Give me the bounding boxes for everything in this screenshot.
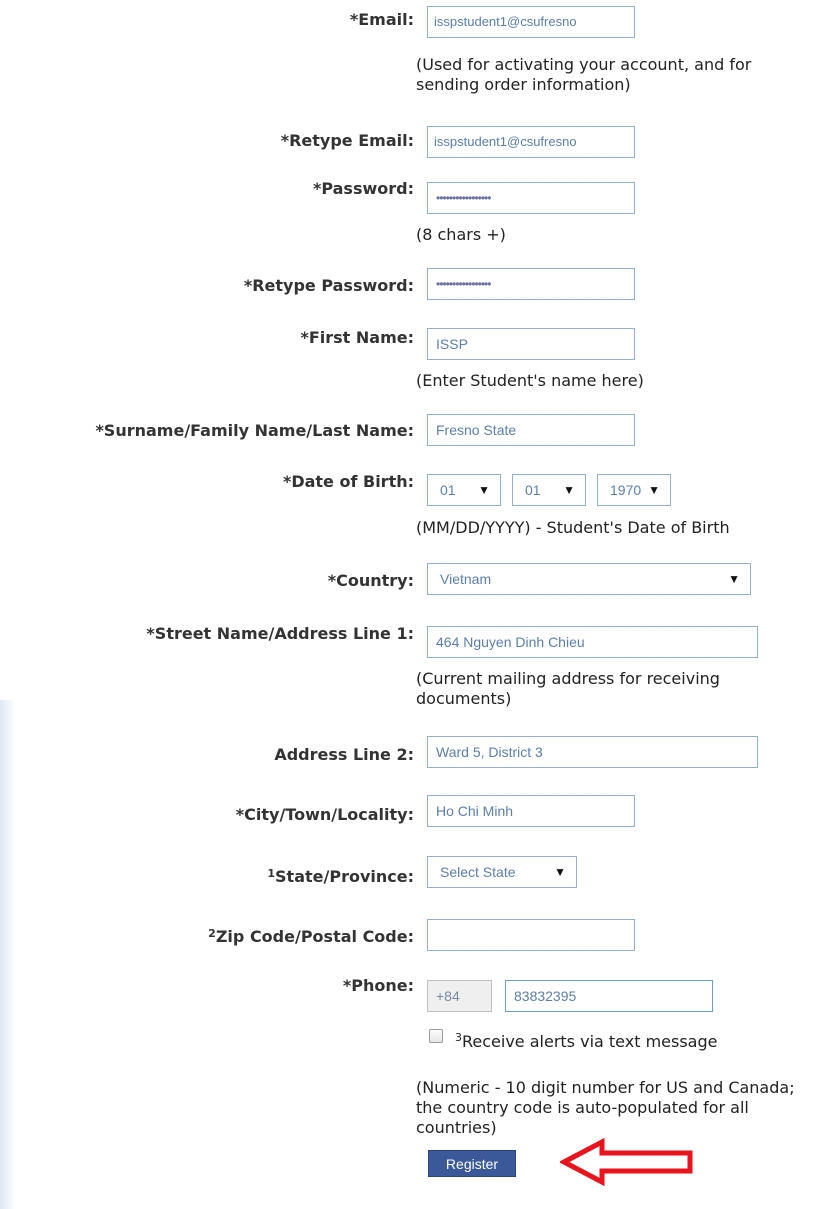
last-name-field[interactable]: Fresno State	[427, 414, 635, 446]
retype-password-field[interactable]: •••••••••••••••••	[427, 268, 635, 300]
sms-label-text: Receive alerts via text message	[462, 1032, 718, 1051]
password-field[interactable]: •••••••••••••••••	[427, 182, 635, 214]
triangle-down-icon: ▼	[554, 865, 566, 879]
triangle-down-icon: ▼	[563, 483, 575, 497]
phone-country-code: +84	[427, 980, 492, 1012]
zip-label-text: Zip Code/Postal Code:	[215, 927, 414, 946]
dob-label: *Date of Birth:	[282, 472, 414, 491]
retype-email-field[interactable]: isspstudent1@csufresno	[427, 126, 635, 158]
dob-year-select[interactable]: 1970 ▼	[597, 474, 671, 506]
phone-label: *Phone:	[342, 976, 414, 995]
sms-checkbox-label: 3Receive alerts via text message	[455, 1031, 718, 1052]
country-label: *Country:	[327, 571, 414, 590]
triangle-down-icon: ▼	[728, 572, 740, 586]
first-name-field[interactable]: ISSP	[427, 328, 635, 360]
dob-help: (MM/DD/YYYY) - Student's Date of Birth	[416, 518, 730, 537]
address1-help: (Current mailing address for receiving d…	[416, 669, 720, 708]
state-label-text: State/Province:	[275, 867, 414, 886]
dob-month-select[interactable]: 01 ▼	[427, 474, 501, 506]
city-field[interactable]: Ho Chi Minh	[427, 795, 635, 827]
red-arrow-left-icon	[560, 1138, 693, 1186]
state-value: Select State	[440, 864, 516, 880]
dob-day-value: 01	[525, 482, 541, 498]
address1-field[interactable]: 464 Nguyen Dinh Chieu	[427, 626, 758, 658]
address2-field[interactable]: Ward 5, District 3	[427, 736, 758, 768]
dob-month-value: 01	[440, 482, 456, 498]
country-select[interactable]: Vietnam ▼	[427, 563, 751, 595]
address2-label: Address Line 2:	[274, 745, 414, 764]
last-name-label: *Surname/Family Name/Last Name:	[95, 421, 414, 440]
phone-field[interactable]: 83832395	[505, 980, 713, 1012]
phone-help: (Numeric - 10 digit number for US and Ca…	[416, 1078, 795, 1137]
footnote-3: 3	[455, 1031, 462, 1044]
country-value: Vietnam	[440, 571, 492, 587]
register-button[interactable]: Register	[428, 1150, 516, 1177]
sms-checkbox[interactable]	[429, 1029, 443, 1043]
zip-field[interactable]	[427, 919, 635, 951]
dob-year-value: 1970	[610, 482, 642, 498]
triangle-down-icon: ▼	[648, 483, 660, 497]
email-help: (Used for activating your account, and f…	[416, 55, 752, 94]
email-field[interactable]: isspstudent1@csufresno	[427, 6, 635, 38]
left-gradient-edge	[0, 700, 16, 1209]
triangle-down-icon: ▼	[478, 483, 490, 497]
retype-email-label: *Retype Email:	[280, 131, 414, 150]
password-label: *Password:	[312, 179, 414, 198]
address1-label: *Street Name/Address Line 1:	[146, 624, 414, 643]
zip-label: 2Zip Code/Postal Code:	[208, 927, 414, 947]
footnote-1: 1	[267, 867, 276, 880]
email-label: *Email:	[349, 10, 414, 29]
first-name-help: (Enter Student's name here)	[416, 371, 644, 390]
retype-password-label: *Retype Password:	[243, 276, 414, 295]
state-select[interactable]: Select State ▼	[427, 856, 577, 888]
first-name-label: *First Name:	[300, 328, 414, 347]
city-label: *City/Town/Locality:	[235, 805, 414, 824]
state-label: 1State/Province:	[267, 867, 414, 887]
password-help: (8 chars +)	[416, 225, 506, 244]
footnote-2: 2	[208, 927, 216, 940]
dob-day-select[interactable]: 01 ▼	[512, 474, 586, 506]
